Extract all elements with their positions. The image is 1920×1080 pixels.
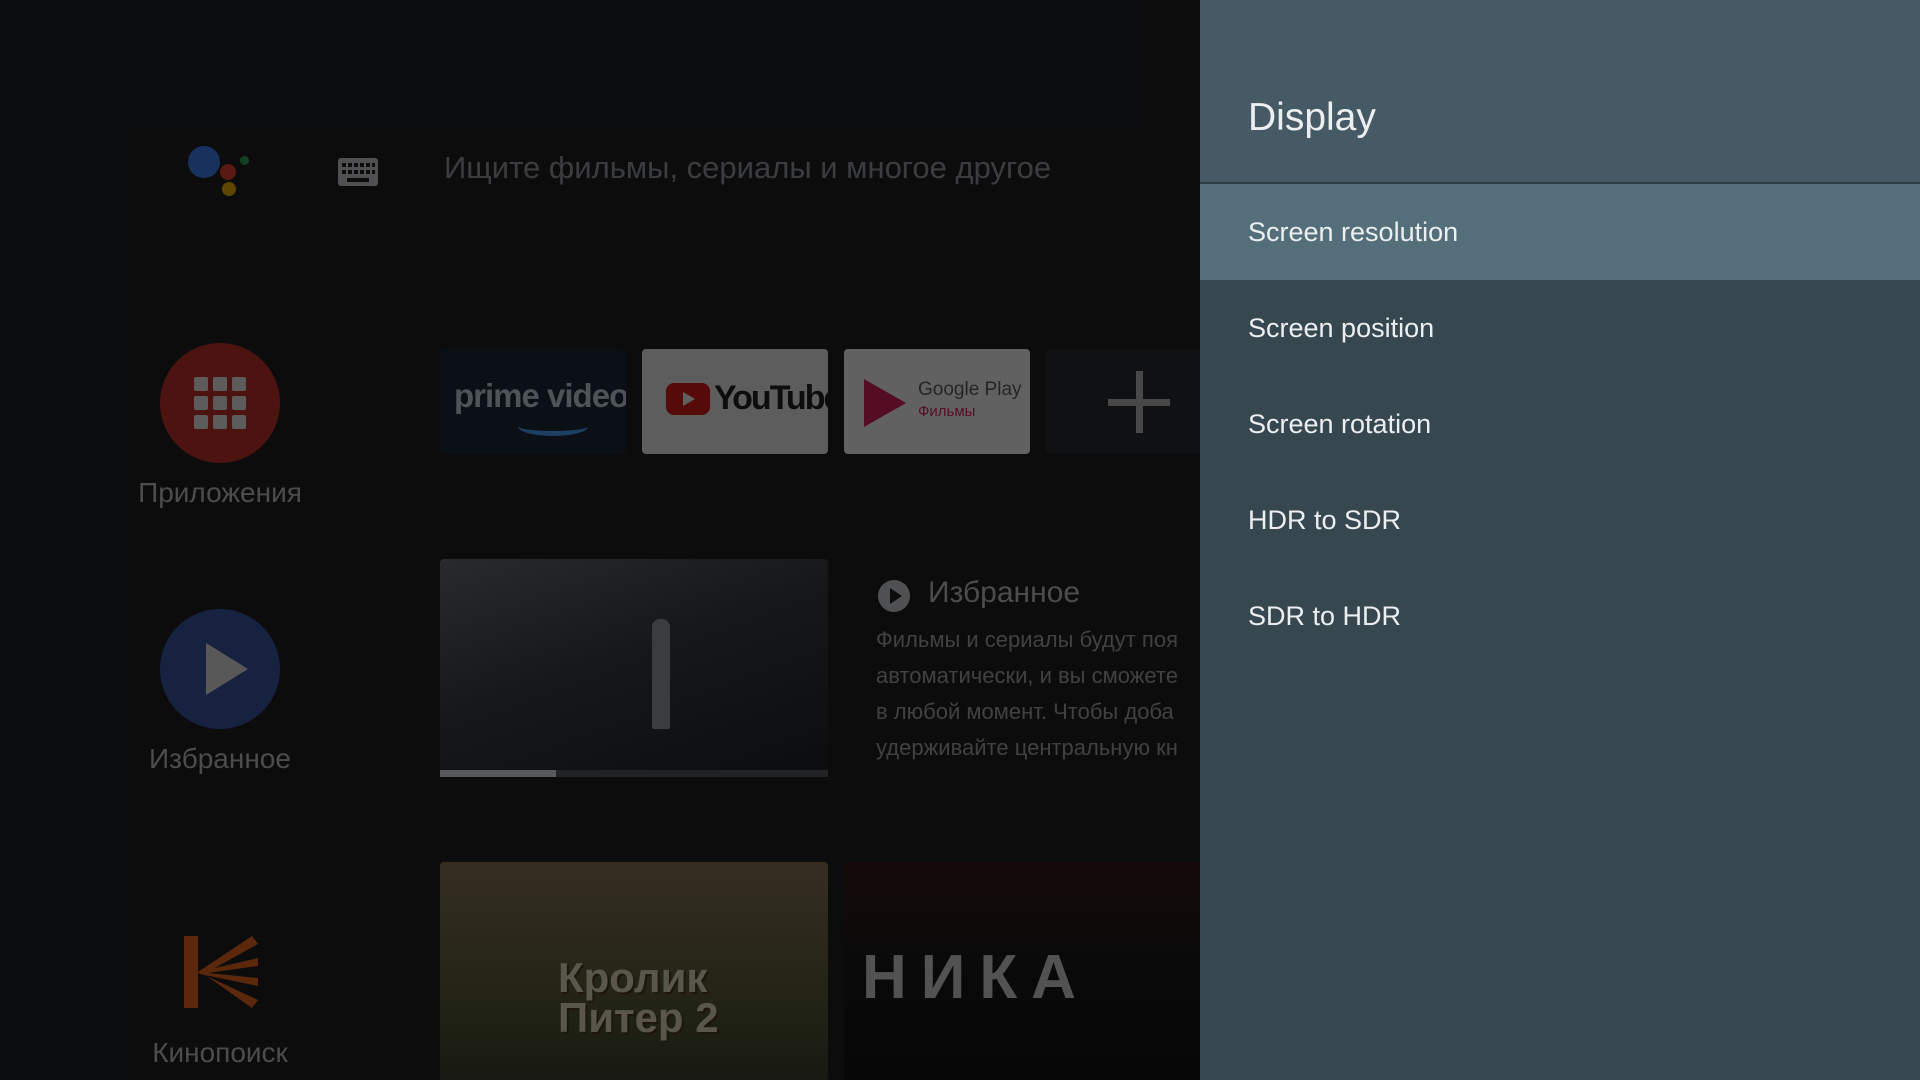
google-assistant-icon[interactable] xyxy=(186,144,250,200)
google-play-title: Google Play xyxy=(918,379,1022,400)
panel-header: Display xyxy=(1200,0,1920,184)
prime-smile-icon xyxy=(518,417,588,436)
display-settings-panel: Display Screen resolution Screen positio… xyxy=(1200,0,1920,1080)
sidebar-apps-label: Приложения xyxy=(138,477,302,508)
menu-item-label: Screen resolution xyxy=(1248,216,1459,247)
menu-item-label: Screen rotation xyxy=(1248,408,1432,439)
menu-item-label: HDR to SDR xyxy=(1248,504,1402,535)
play-icon xyxy=(160,609,280,729)
card-title: Кролик Питер 2 xyxy=(558,954,719,1041)
android-tv-screen: Ищите фильмы, сериалы и многое другое Пр… xyxy=(0,0,1920,1080)
menu-item-label: SDR to HDR xyxy=(1248,600,1402,631)
favorites-heading: Избранное xyxy=(928,576,1081,609)
kinopoisk-logo xyxy=(184,936,258,1008)
sidebar-kinopoisk-label: Кинопоиск xyxy=(152,1037,288,1068)
menu-item-sdr-to-hdr[interactable]: SDR to HDR xyxy=(1200,568,1920,664)
favorites-play-icon xyxy=(878,580,910,612)
keyboard-icon[interactable] xyxy=(338,158,378,186)
sidebar-favorites-label: Избранное xyxy=(149,743,291,774)
app-tile-google-play-movies[interactable]: Google Play Фильмы xyxy=(844,349,1030,454)
favorites-description: Фильмы и сериалы будут поя автоматически… xyxy=(876,627,1178,760)
sidebar-kinopoisk-button[interactable]: Кинопоиск xyxy=(120,912,320,1069)
card-title: НИКА xyxy=(862,943,1090,1012)
prime-video-logo-text: prime video xyxy=(454,377,626,414)
favorites-progress-bar xyxy=(440,770,828,777)
google-play-movies-icon xyxy=(864,379,906,427)
youtube-logo-text: YouTube xyxy=(714,379,828,417)
app-tile-youtube[interactable]: YouTube xyxy=(642,349,828,454)
app-tile-prime-video[interactable]: prime video xyxy=(440,349,626,454)
youtube-play-icon xyxy=(666,383,710,415)
apps-grid-icon xyxy=(160,343,280,463)
sidebar-favorites-button[interactable]: Избранное xyxy=(120,609,320,775)
google-play-subtitle: Фильмы xyxy=(918,403,976,420)
display-settings-menu: Screen resolution Screen position Screen… xyxy=(1200,184,1920,664)
panel-title: Display xyxy=(1248,96,1376,139)
menu-item-screen-rotation[interactable]: Screen rotation xyxy=(1200,376,1920,472)
menu-item-label: Screen position xyxy=(1248,312,1435,343)
menu-item-screen-position[interactable]: Screen position xyxy=(1200,280,1920,376)
sidebar-apps-button[interactable]: Приложения xyxy=(120,343,320,509)
menu-item-hdr-to-sdr[interactable]: HDR to SDR xyxy=(1200,472,1920,568)
search-hint[interactable]: Ищите фильмы, сериалы и многое другое xyxy=(444,150,1051,186)
kinopoisk-card-peter-rabbit[interactable]: Кролик Питер 2 xyxy=(440,862,828,1080)
menu-item-screen-resolution[interactable]: Screen resolution xyxy=(1200,184,1920,280)
favorites-preview-thumbnail[interactable] xyxy=(440,559,828,772)
